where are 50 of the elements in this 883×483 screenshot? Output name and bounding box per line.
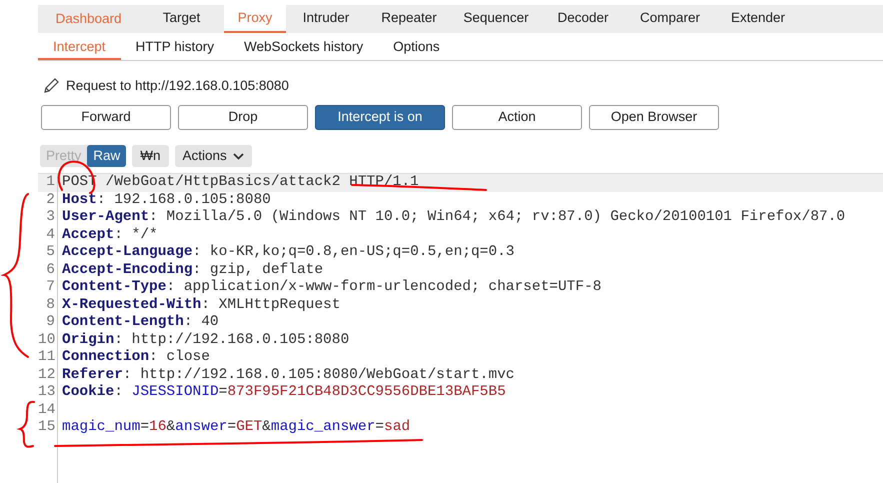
code-line: Cookie: JSESSIONID=873F95F21CB48D3CC9556DBE13BAF5B5: [61, 384, 506, 402]
code-line: X-Requested-With: XMLHttpRequest: [61, 296, 340, 314]
tab[interactable]: Target: [139, 5, 224, 33]
line-number: 8: [38, 296, 58, 314]
tab[interactable]: Comparer: [626, 5, 714, 33]
tab[interactable]: Intruder: [286, 5, 366, 33]
code-line: magic_num=16&answer=GET&magic_answer=sad: [61, 419, 410, 436]
line-number: 3: [38, 209, 58, 226]
line-number: 15: [38, 419, 58, 436]
line-number: 10: [38, 332, 58, 349]
view-mode-tab[interactable]: Raw: [87, 145, 126, 167]
code-line: Content-Length: 40: [61, 314, 219, 332]
code-line: Origin: http://192.168.0.105:8080: [61, 332, 350, 349]
toolbar-button[interactable]: Intercept is on: [315, 105, 445, 130]
line-number: 6: [38, 262, 58, 279]
actions-menu-button[interactable]: Actions: [174, 145, 252, 167]
toolbar-button[interactable]: Action: [452, 105, 582, 130]
code-line: Accept-Encoding: gzip, deflate: [61, 262, 324, 279]
tab[interactable]: WebSockets history: [229, 35, 378, 60]
line-number: 9: [38, 314, 58, 332]
line-number: 14: [38, 402, 58, 419]
line-number: 4: [38, 226, 58, 244]
newline-toggle-button[interactable]: ₩n: [132, 145, 169, 167]
chevron-icon: [232, 152, 244, 160]
line-number: 11: [38, 349, 58, 366]
line-number: 5: [38, 244, 58, 262]
tab[interactable]: Sequencer: [452, 5, 540, 33]
line-number: 12: [38, 366, 58, 384]
toolbar-button[interactable]: Drop: [178, 105, 308, 130]
tab[interactable]: Repeater: [366, 5, 452, 33]
tab[interactable]: HTTP history: [120, 35, 230, 60]
tab[interactable]: Extender: [714, 5, 802, 33]
tab[interactable]: Options: [378, 35, 455, 60]
toolbar-button[interactable]: Forward: [41, 105, 171, 130]
toolbar-button[interactable]: Open Browser: [589, 105, 719, 130]
code-line: Host: 192.168.0.105:8080: [61, 192, 271, 209]
line-number: 7: [38, 279, 58, 296]
code-line: Content-Type: application/x-www-form-urlencoded; charset=UTF-8: [61, 279, 602, 296]
request-label: Request to http://192.168.0.105:8080: [66, 76, 289, 95]
brace-annotation: [17, 399, 37, 450]
code-line: Referer: http://192.168.0.105:8080/WebGoat/start.mvc: [61, 366, 514, 384]
line-number: 1: [38, 174, 58, 192]
line-number: 2: [38, 192, 58, 209]
code-line: Accept: */*: [61, 226, 158, 244]
code-line: Connection: close: [61, 349, 210, 366]
code-line: User-Agent: Mozilla/5.0 (Windows NT 10.0; Win64; x64; rv:87.0) Gecko/20100101 Firefox/87.0: [61, 209, 846, 226]
tab[interactable]: Decoder: [540, 5, 626, 33]
pencil-icon: [42, 77, 60, 95]
line-number: 13: [38, 384, 58, 402]
code-line: Accept-Language: ko-KR,ko;q=0.8,en-US;q=0.5,en;q=0.3: [61, 244, 514, 262]
